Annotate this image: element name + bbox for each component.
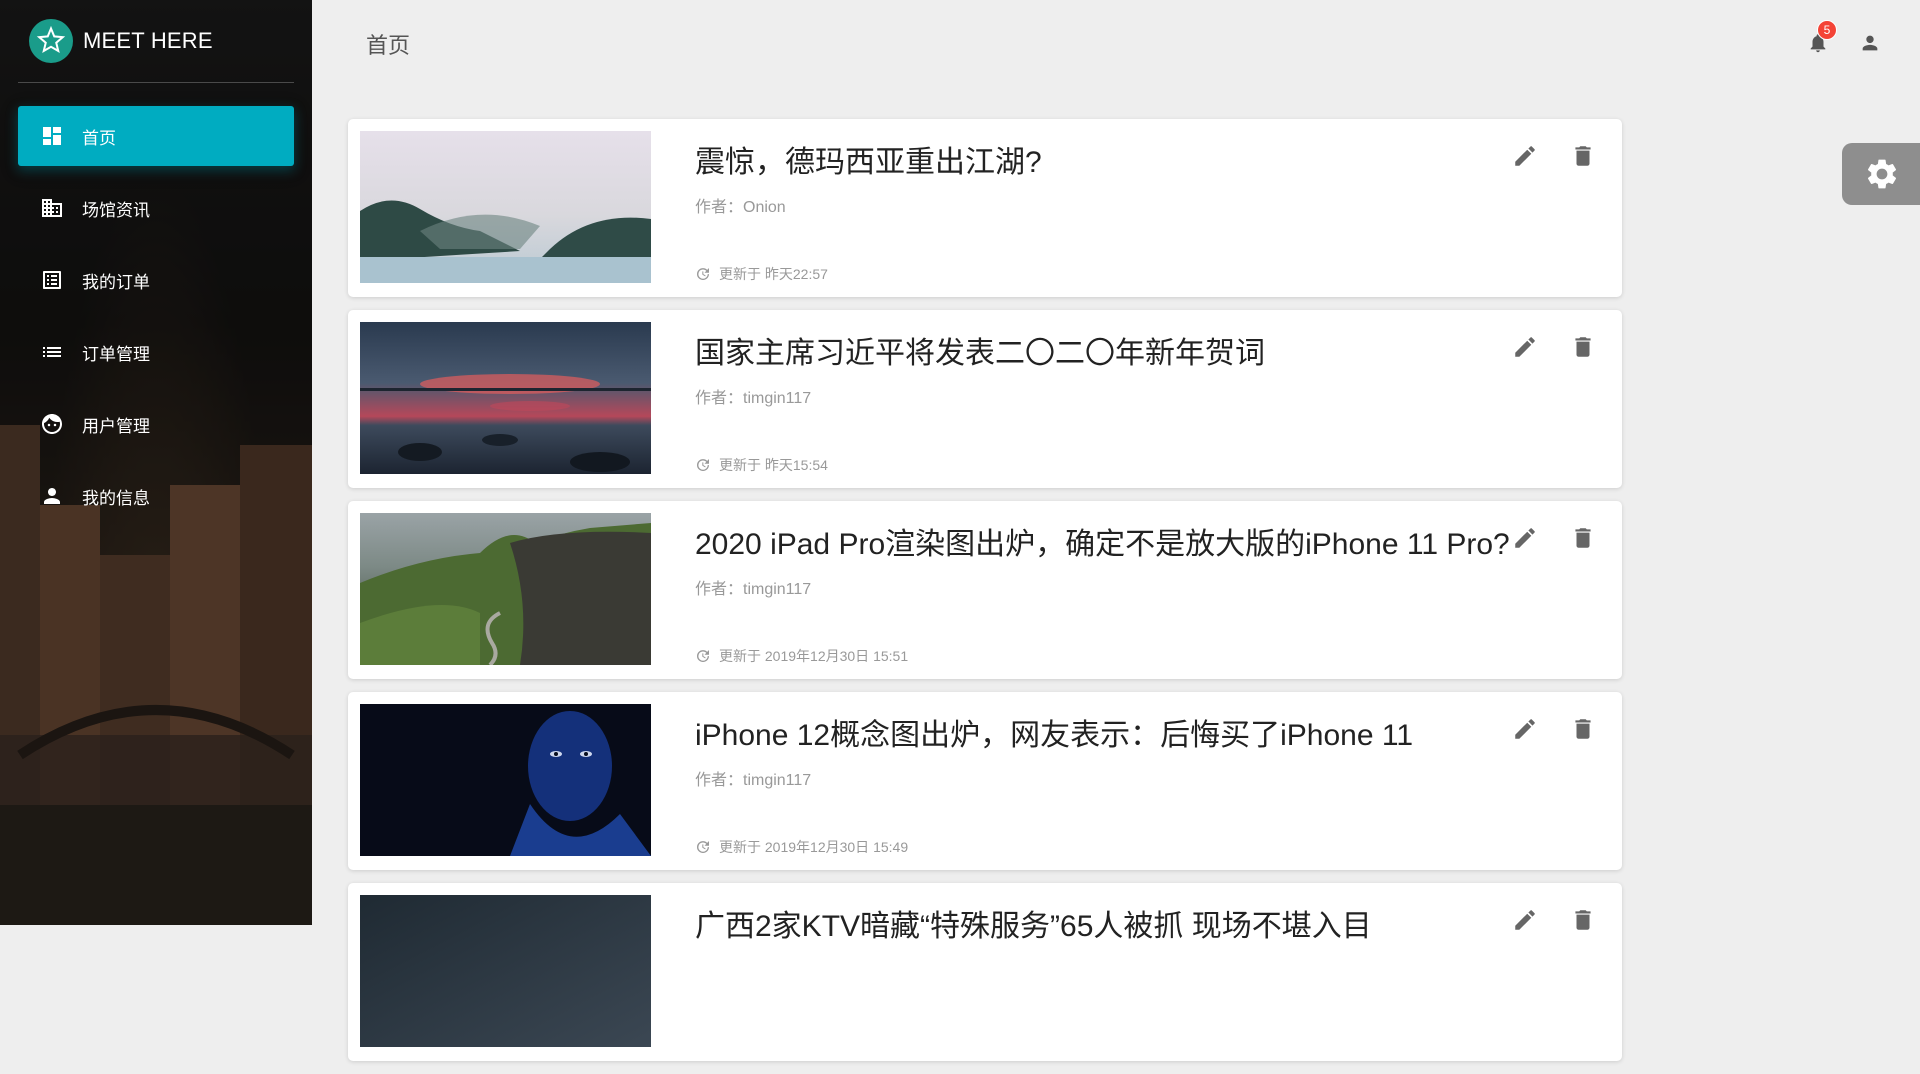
sidebar-item-label: 首页	[82, 128, 116, 148]
sidebar-item-label: 用户管理	[82, 416, 150, 436]
article-title[interactable]: 广西2家KTV暗藏“特殊服务”65人被抓 现场不堪入目	[695, 901, 1372, 945]
article-thumbnail[interactable]	[360, 704, 651, 856]
article-updated-text: 更新于 昨天15:54	[719, 457, 828, 473]
pencil-icon	[1515, 719, 1535, 739]
notification-badge: 5	[1817, 20, 1837, 40]
article-card: iPhone 12概念图出炉，网友表示：后悔买了iPhone 11 作者：tim…	[348, 692, 1622, 870]
sidebar-nav: 首页 场馆资讯 我的订单 订单管理 用户管理 我的信息	[18, 106, 294, 538]
article-author: 作者：timgin117	[695, 772, 812, 789]
sidebar-item-venues[interactable]: 场馆资讯	[18, 178, 294, 238]
article-actions	[1482, 141, 1598, 171]
pencil-icon	[1515, 337, 1535, 357]
edit-button[interactable]	[1510, 905, 1540, 935]
article-list: 震惊，德玛西亚重出江湖? 作者：Onion 更新于 昨天22:57 国家主席习近…	[348, 119, 1622, 1074]
edit-button[interactable]	[1510, 332, 1540, 362]
article-card: 广西2家KTV暗藏“特殊服务”65人被抓 现场不堪入目	[348, 883, 1622, 1061]
account-button[interactable]	[1850, 28, 1890, 58]
person-icon	[1862, 35, 1878, 51]
trash-icon	[1575, 146, 1591, 166]
article-actions	[1482, 523, 1598, 553]
article-author: 作者：Onion	[695, 199, 786, 216]
logo-icon	[29, 19, 73, 63]
sidebar-item-order-management[interactable]: 订单管理	[18, 322, 294, 382]
article-updated: 更新于 昨天22:57	[695, 264, 828, 284]
sidebar-item-label: 我的信息	[82, 488, 150, 508]
delete-button[interactable]	[1568, 905, 1598, 935]
article-actions	[1482, 332, 1598, 362]
article-title[interactable]: 国家主席习近平将发表二〇二〇年新年贺词	[695, 328, 1265, 372]
delete-button[interactable]	[1568, 523, 1598, 553]
sidebar-item-home[interactable]: 首页	[18, 106, 294, 166]
receipt-list-icon	[38, 266, 66, 294]
clock-icon	[695, 648, 711, 664]
person-icon	[38, 482, 66, 510]
sidebar-item-label: 订单管理	[82, 344, 150, 364]
sidebar: MEET HERE 首页 场馆资讯 我的订单 订单管理 用户管理 我的信息	[0, 0, 312, 925]
article-thumbnail[interactable]	[360, 895, 651, 1047]
article-actions	[1482, 714, 1598, 744]
clock-icon	[695, 266, 711, 282]
article-title[interactable]: 2020 iPad Pro渲染图出炉，确定不是放大版的iPhone 11 Pro…	[695, 519, 1510, 563]
article-author: 作者：timgin117	[695, 581, 812, 598]
article-author: 作者：timgin117	[695, 390, 812, 407]
gear-icon	[1867, 159, 1897, 189]
article-actions	[1482, 905, 1598, 935]
settings-button[interactable]	[1842, 143, 1920, 205]
clock-icon	[695, 839, 711, 855]
sidebar-item-user-management[interactable]: 用户管理	[18, 394, 294, 454]
delete-button[interactable]	[1568, 714, 1598, 744]
article-updated-text: 更新于 2019年12月30日 15:51	[719, 648, 909, 664]
article-card: 国家主席习近平将发表二〇二〇年新年贺词 作者：timgin117 更新于 昨天1…	[348, 310, 1622, 488]
page-title: 首页	[366, 33, 411, 58]
app-name: MEET HERE	[83, 28, 213, 53]
edit-button[interactable]	[1510, 141, 1540, 171]
brand[interactable]: MEET HERE	[18, 0, 294, 83]
notifications-button[interactable]: 5	[1798, 20, 1838, 58]
article-thumbnail[interactable]	[360, 131, 651, 283]
delete-button[interactable]	[1568, 332, 1598, 362]
article-updated-text: 更新于 2019年12月30日 15:49	[719, 839, 909, 855]
top-actions: 5	[1786, 20, 1890, 58]
article-updated-text: 更新于 昨天22:57	[719, 266, 828, 282]
edit-button[interactable]	[1510, 714, 1540, 744]
trash-icon	[1575, 719, 1591, 739]
delete-button[interactable]	[1568, 141, 1598, 171]
sidebar-item-label: 场馆资讯	[82, 200, 150, 220]
pencil-icon	[1515, 528, 1535, 548]
article-thumbnail[interactable]	[360, 513, 651, 665]
face-icon	[38, 410, 66, 438]
sidebar-item-label: 我的订单	[82, 272, 150, 292]
edit-button[interactable]	[1510, 523, 1540, 553]
building-icon	[38, 194, 66, 222]
article-updated: 更新于 2019年12月30日 15:51	[695, 646, 908, 666]
article-title[interactable]: 震惊，德玛西亚重出江湖?	[695, 137, 1042, 181]
list-icon	[38, 338, 66, 366]
article-title[interactable]: iPhone 12概念图出炉，网友表示：后悔买了iPhone 11	[695, 710, 1413, 754]
article-card: 2020 iPad Pro渲染图出炉，确定不是放大版的iPhone 11 Pro…	[348, 501, 1622, 679]
article-updated: 更新于 2019年12月30日 15:49	[695, 837, 908, 857]
sidebar-item-my-info[interactable]: 我的信息	[18, 466, 294, 526]
article-card: 震惊，德玛西亚重出江湖? 作者：Onion 更新于 昨天22:57	[348, 119, 1622, 297]
pencil-icon	[1515, 146, 1535, 166]
trash-icon	[1575, 910, 1591, 930]
trash-icon	[1575, 337, 1591, 357]
main-content: 首页 5 震惊，德玛西亚重出江湖? 作者：Onion 更新于 昨天22:57 国…	[312, 0, 1920, 1061]
article-thumbnail[interactable]	[360, 322, 651, 474]
top-bar: 首页 5	[312, 0, 1920, 90]
sidebar-item-my-orders[interactable]: 我的订单	[18, 250, 294, 310]
clock-icon	[695, 457, 711, 473]
dashboard-icon	[38, 122, 66, 150]
trash-icon	[1575, 528, 1591, 548]
article-updated: 更新于 昨天15:54	[695, 455, 828, 475]
pencil-icon	[1515, 910, 1535, 930]
